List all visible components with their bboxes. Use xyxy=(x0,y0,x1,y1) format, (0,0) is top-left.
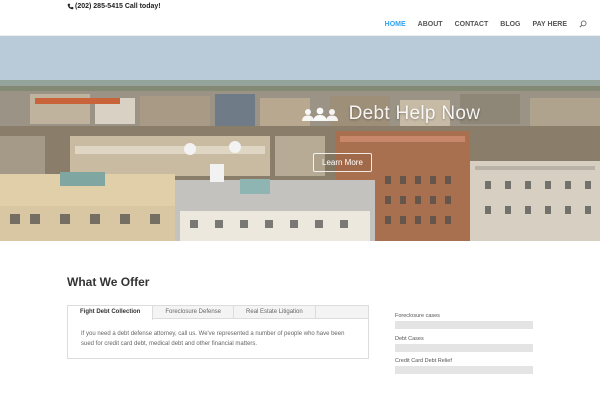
progress-fill xyxy=(395,321,533,329)
top-bar: (202) 285-5415 Call today! xyxy=(0,0,600,14)
hero-title-text: Debt Help Now xyxy=(348,103,481,124)
city-skyline-image xyxy=(0,36,600,241)
nav-item-blog[interactable]: BLOG xyxy=(500,21,520,28)
main-nav: HOME ABOUT CONTACT BLOG PAY HERE xyxy=(385,20,587,28)
site-header: HOME ABOUT CONTACT BLOG PAY HERE xyxy=(0,14,600,36)
progress-label: Foreclosure cases xyxy=(395,313,440,319)
nav-item-about[interactable]: ABOUT xyxy=(418,21,443,28)
progress-label: Credit Card Debt Relief xyxy=(395,358,452,364)
section-title: What We Offer xyxy=(67,275,150,289)
hero-banner: Debt Help Now Learn More xyxy=(0,36,600,241)
learn-more-button[interactable]: Learn More xyxy=(313,153,372,172)
progress-credit-card-debt-relief: Credit Card Debt Relief xyxy=(395,358,533,374)
tabs-module: Fight Debt Collection Foreclosure Defens… xyxy=(67,305,369,359)
tab-content: If you need a debt defense attorney, cal… xyxy=(81,331,345,347)
tab-real-estate-litigation[interactable]: Real Estate Litigation xyxy=(234,306,316,318)
progress-foreclosure-cases: Foreclosure cases xyxy=(395,313,533,329)
search-icon[interactable] xyxy=(579,20,587,28)
tab-fight-debt-collection[interactable]: Fight Debt Collection xyxy=(68,306,154,320)
hero-title: Debt Help Now xyxy=(300,103,480,125)
phone-icon xyxy=(67,3,74,10)
phone-text: (202) 285-5415 Call today! xyxy=(75,3,161,10)
phone-contact[interactable]: (202) 285-5415 Call today! xyxy=(67,3,161,10)
progress-track xyxy=(395,321,533,329)
nav-item-contact[interactable]: CONTACT xyxy=(455,21,489,28)
progress-fill xyxy=(395,366,533,374)
progress-fill xyxy=(395,344,533,352)
progress-track xyxy=(395,344,533,352)
tab-bar: Fight Debt Collection Foreclosure Defens… xyxy=(68,306,368,320)
progress-label: Debt Cases xyxy=(395,336,424,342)
nav-item-pay-here[interactable]: PAY HERE xyxy=(533,21,568,28)
progress-debt-cases: Debt Cases xyxy=(395,336,533,352)
progress-track xyxy=(395,366,533,374)
nav-item-home[interactable]: HOME xyxy=(385,21,406,28)
tab-foreclosure-defense[interactable]: Foreclosure Defense xyxy=(153,306,235,318)
group-icon xyxy=(302,107,338,121)
